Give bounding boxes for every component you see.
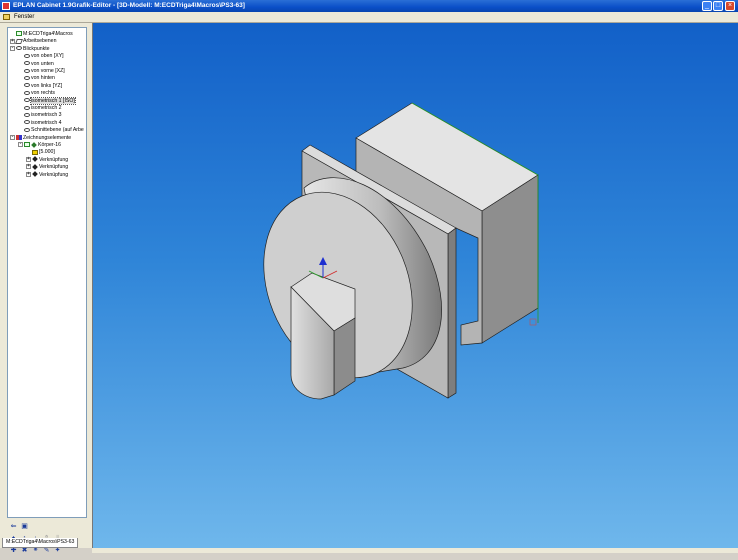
3d-model[interactable]: [93, 23, 738, 553]
plane-icon: [15, 38, 23, 44]
tree-item-label: Arbeitsebenen: [23, 38, 57, 45]
eye-icon: [24, 76, 30, 81]
expander-icon[interactable]: -: [10, 134, 15, 140]
model-tree[interactable]: M:ECDTriga4\Macros + Arbeitsebenen - Blickpu…: [7, 27, 87, 518]
tree-item-label: Schnittebene (auf Arbe: [31, 127, 84, 134]
eye-icon: [24, 90, 30, 95]
tree-item-label: Blickpunkte: [23, 45, 50, 52]
expander-icon[interactable]: +: [26, 171, 31, 177]
title-bar: EPLAN Cabinet 1.9Grafik-Editor - [3D-Mod…: [0, 0, 738, 12]
check-icon: [16, 31, 22, 37]
save-view-icon[interactable]: ▣: [20, 522, 29, 531]
tree-item[interactable]: + Verknüpfung: [26, 171, 68, 179]
diamond-icon: [31, 141, 37, 148]
menu-bar: Fenster: [0, 12, 738, 23]
tree-item-label: isometrisch 4: [31, 119, 62, 126]
maximize-button[interactable]: □: [713, 1, 723, 11]
eye-icon: [24, 61, 30, 66]
star-icon: [32, 163, 38, 170]
eye-icon: [16, 46, 22, 51]
tree-item-label: Verknüpfung: [39, 171, 69, 178]
shapes-icon: [16, 134, 22, 140]
tree-item-label: von rechts: [31, 90, 55, 97]
visibility-checkbox[interactable]: [24, 142, 30, 148]
window-menu-icon[interactable]: [3, 14, 10, 20]
eye-icon: [24, 53, 30, 58]
box-icon: [32, 149, 38, 155]
eye-icon: [24, 83, 30, 88]
tree-item-label: M:ECDTriga4\Macros: [23, 31, 73, 37]
expander-icon[interactable]: +: [26, 164, 31, 170]
tree-item-label: von vorne [XZ]: [31, 68, 65, 74]
tree-item-label: isometrisch 1 [ISO]: [30, 96, 76, 105]
tree-item-label: Verknüpfung: [39, 164, 69, 171]
expander-icon[interactable]: -: [10, 45, 15, 51]
window-title: EPLAN Cabinet 1.9Grafik-Editor - [3D-Mod…: [13, 2, 245, 9]
app-icon[interactable]: [2, 2, 10, 10]
tree-item-label: [5.000]: [39, 149, 55, 156]
menu-item-fenster[interactable]: Fenster: [14, 12, 34, 22]
eye-icon: [24, 127, 30, 132]
tree-item-label: isometrisch 2: [31, 105, 62, 111]
minimize-button[interactable]: _: [702, 1, 712, 11]
eye-icon: [24, 68, 30, 73]
star-icon: [32, 171, 38, 178]
close-button[interactable]: ×: [725, 1, 735, 11]
handle-knob: [290, 272, 356, 400]
eye-icon: [24, 98, 30, 103]
left-panel: M:ECDTriga4\Macros + Arbeitsebenen - Blickpu…: [0, 23, 92, 554]
back-arrow-icon[interactable]: ⇐: [9, 522, 18, 531]
tree-item-label: Körper-16: [38, 142, 62, 148]
tree-item-label: isometrisch 3: [31, 112, 62, 119]
document-tab[interactable]: M:ECDTriga4\Macros\PS3-63: [2, 538, 79, 548]
tree-item-label: Zeichnungselemente: [23, 134, 72, 141]
expander-icon[interactable]: -: [18, 142, 23, 148]
tree-item-label: von links [YZ]: [31, 82, 63, 89]
tree-item-label: von hinten: [31, 75, 55, 82]
eye-icon: [24, 120, 30, 125]
status-bar: [92, 548, 738, 553]
tree-item-label: von oben [XY]: [31, 53, 64, 60]
3d-viewport[interactable]: [92, 23, 738, 553]
tree-item-label: Verknüpfung: [39, 156, 69, 163]
tree-item-label: von unten: [31, 60, 54, 67]
star-icon: [32, 156, 38, 163]
eye-icon: [24, 113, 30, 118]
expander-icon[interactable]: +: [26, 156, 31, 162]
eye-icon: [24, 105, 30, 110]
